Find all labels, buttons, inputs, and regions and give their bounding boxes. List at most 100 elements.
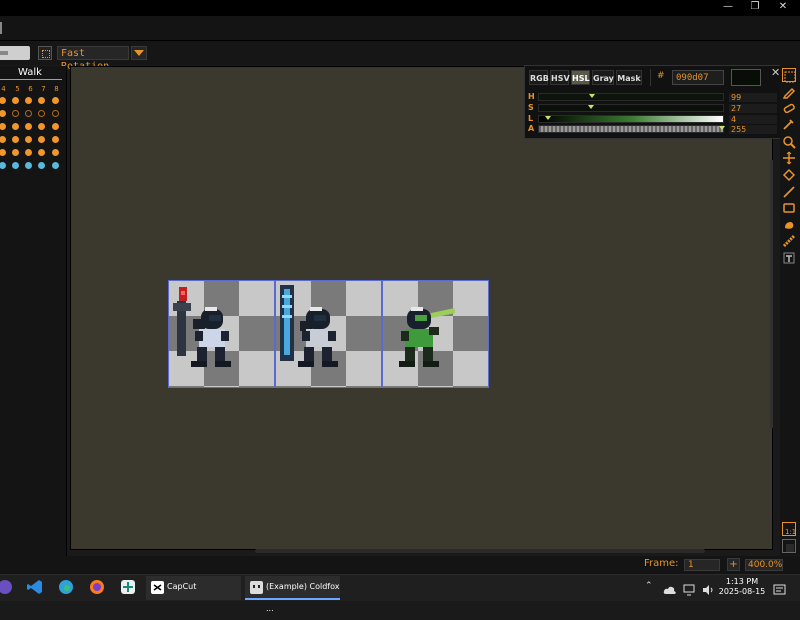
timeline-cel[interactable] <box>0 97 6 104</box>
timeline-cel[interactable] <box>0 123 6 130</box>
vertical-scrollbar[interactable] <box>770 160 773 428</box>
zoom-level[interactable]: 400.0% <box>745 559 783 571</box>
timeline-cel[interactable] <box>38 162 45 169</box>
sprite-frame[interactable] <box>168 280 275 388</box>
frame-number[interactable]: 4 <box>0 85 10 93</box>
timeline-cel[interactable] <box>25 97 32 104</box>
slider-marker[interactable] <box>588 105 594 109</box>
slider-marker[interactable] <box>545 116 551 120</box>
timeline-cel[interactable] <box>0 136 6 143</box>
lightness-slider[interactable] <box>538 115 724 123</box>
timeline-cel[interactable] <box>12 149 19 156</box>
frame-number[interactable]: 5 <box>11 85 24 93</box>
hue-value[interactable]: 99 <box>729 93 777 102</box>
timeline-cel[interactable] <box>38 110 45 117</box>
alpha-slider[interactable] <box>538 125 725 133</box>
opacity-slider[interactable] <box>0 46 30 60</box>
timeline-cel[interactable] <box>0 162 6 169</box>
move-tool-icon[interactable] <box>782 150 796 165</box>
blur-tool-icon[interactable] <box>782 217 796 231</box>
hex-input[interactable]: 090d07 <box>672 70 724 85</box>
ratio-1-1-icon[interactable]: 1:1 <box>782 522 796 536</box>
text-tool-icon[interactable] <box>782 250 796 264</box>
rectangle-tool-icon[interactable] <box>782 200 796 214</box>
timeline-cel[interactable] <box>25 110 32 117</box>
zoom-tool-icon[interactable] <box>782 134 796 149</box>
eyedropper-tool-icon[interactable] <box>782 116 796 130</box>
firefox-icon[interactable] <box>88 578 106 596</box>
timeline-cel[interactable] <box>12 97 19 104</box>
frame-number[interactable]: 7 <box>37 85 50 93</box>
pixel-perfect-icon[interactable] <box>38 46 52 60</box>
saturation-slider[interactable] <box>538 104 724 112</box>
jumble-tool-icon[interactable] <box>782 233 796 248</box>
fill-tool-icon[interactable] <box>782 167 796 182</box>
maximize-button[interactable]: ❐ <box>742 0 768 14</box>
tab-mask[interactable]: Mask <box>616 70 642 85</box>
timeline-cel[interactable] <box>12 110 19 117</box>
tab-hsv[interactable]: HSV <box>550 70 570 85</box>
timeline-cel[interactable] <box>52 110 59 117</box>
timeline-cel[interactable] <box>0 149 6 156</box>
rotation-algorithm-select[interactable]: Fast Rotation <box>57 46 129 72</box>
timeline-cel[interactable] <box>25 162 32 169</box>
color-swatch[interactable] <box>731 69 761 86</box>
marquee-tool-icon[interactable] <box>782 68 796 83</box>
channel-label: H <box>528 92 535 101</box>
edge-icon[interactable] <box>57 578 75 596</box>
timeline-cel[interactable] <box>52 136 59 143</box>
timeline-cel[interactable] <box>38 123 45 130</box>
lightness-value[interactable]: 4 <box>729 115 777 124</box>
layer-preview-icon[interactable] <box>782 539 796 553</box>
timeline-cel[interactable] <box>0 110 6 117</box>
timeline-cel[interactable] <box>12 162 19 169</box>
volume-icon[interactable] <box>702 581 716 595</box>
timeline-cel[interactable] <box>38 149 45 156</box>
timeline-cel[interactable] <box>38 136 45 143</box>
frame-number[interactable]: 8 <box>50 85 63 93</box>
network-icon[interactable] <box>683 581 697 596</box>
tab-gray[interactable]: Gray <box>592 70 614 85</box>
add-frame-button[interactable]: + <box>727 558 740 571</box>
horizontal-scrollbar[interactable] <box>255 549 705 553</box>
timeline-cel[interactable] <box>52 162 59 169</box>
sprite-frame[interactable] <box>275 280 382 388</box>
slider-marker[interactable] <box>589 94 595 98</box>
timeline-cel[interactable] <box>12 136 19 143</box>
tag-label[interactable]: Walk <box>0 66 60 79</box>
alpha-value[interactable]: 255 <box>729 125 777 134</box>
hue-slider[interactable] <box>538 93 724 101</box>
sprite-sheet[interactable] <box>168 280 489 388</box>
line-tool-icon[interactable] <box>782 184 796 198</box>
timeline-cel[interactable] <box>25 136 32 143</box>
frame-number[interactable]: 6 <box>24 85 37 93</box>
chevron-up-icon[interactable]: ⌃ <box>645 581 653 591</box>
notification-icon[interactable] <box>773 581 787 595</box>
timeline-cel[interactable] <box>52 149 59 156</box>
tab-rgb[interactable]: RGB <box>529 70 549 85</box>
eraser-tool-icon[interactable] <box>782 100 796 114</box>
slider-marker[interactable] <box>719 126 725 130</box>
tab-hsl[interactable]: HSL <box>571 70 590 85</box>
taskbar-task-aseprite[interactable]: (Example) Coldfox ... <box>245 576 340 613</box>
timeline-cel[interactable] <box>38 97 45 104</box>
pencil-tool-icon[interactable] <box>782 84 796 99</box>
timeline-cel[interactable] <box>52 123 59 130</box>
cloud-icon[interactable] <box>663 581 677 594</box>
timeline-cel[interactable] <box>12 123 19 130</box>
vscode-icon[interactable] <box>26 578 44 596</box>
timeline-cel[interactable] <box>52 97 59 104</box>
timeline-cel[interactable] <box>25 123 32 130</box>
close-window-button[interactable]: ✕ <box>770 0 796 14</box>
close-icon[interactable]: ✕ <box>771 66 780 79</box>
minimize-button[interactable]: — <box>715 0 741 14</box>
timeline-cel[interactable] <box>25 149 32 156</box>
saturation-value[interactable]: 27 <box>729 104 777 113</box>
clock[interactable]: 1:13 PM 2025-08-15 <box>718 577 766 597</box>
sprite-frame[interactable] <box>382 280 489 388</box>
frame-input[interactable]: 1 <box>684 559 720 571</box>
taskbar-task-capcut[interactable]: CapCut <box>146 576 241 600</box>
chevron-down-icon[interactable] <box>131 46 147 60</box>
app-icon[interactable] <box>119 578 137 596</box>
obs-icon[interactable] <box>0 578 14 596</box>
